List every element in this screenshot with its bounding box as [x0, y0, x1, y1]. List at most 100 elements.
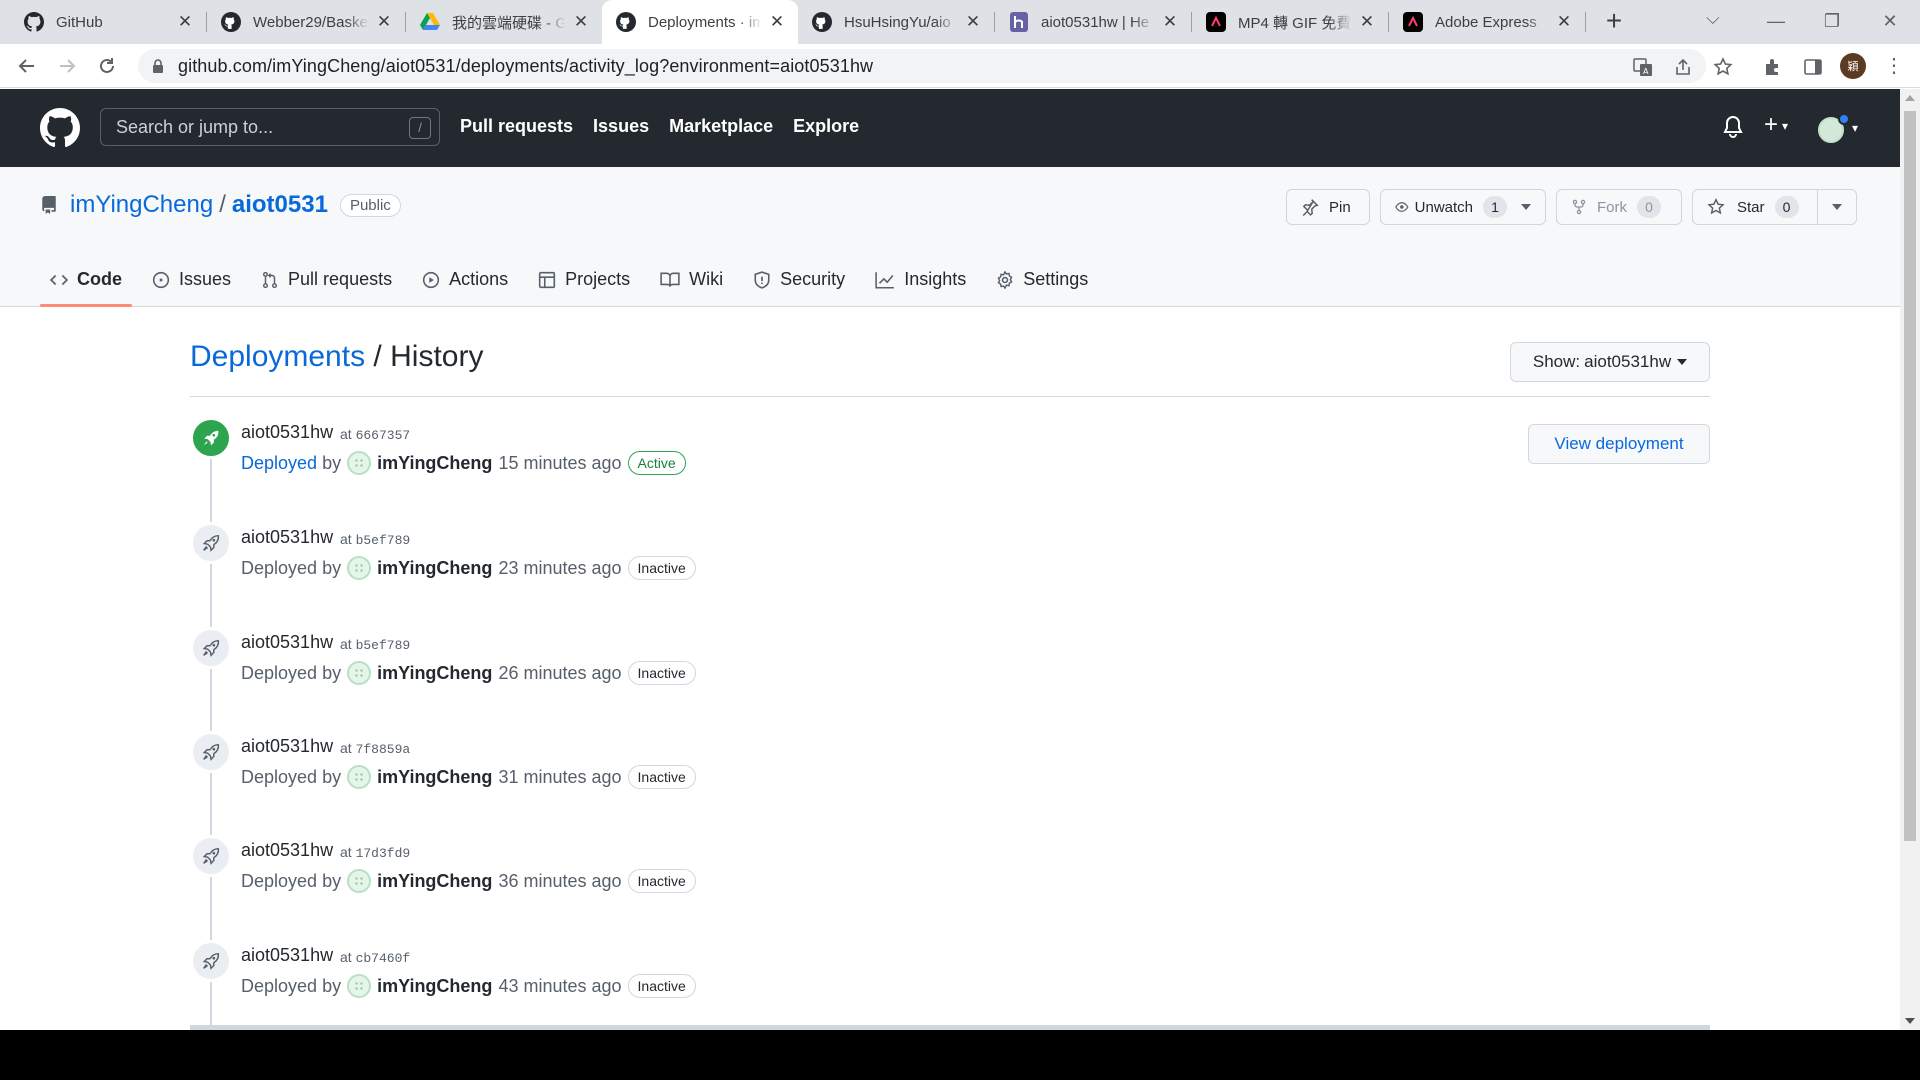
browser-tab[interactable]: Adobe Express ✕ [1389, 0, 1585, 44]
commit-sha-link[interactable]: 7f8859a [356, 742, 411, 757]
avatar[interactable] [347, 869, 372, 893]
new-tab-button[interactable]: + [1598, 6, 1630, 38]
view-deployment-button[interactable]: View deployment [1528, 424, 1710, 464]
commit-sha-link[interactable]: 17d3fd9 [356, 846, 411, 861]
watch-dropdown-caret-icon[interactable] [1521, 204, 1531, 210]
pin-button[interactable]: Pin [1286, 189, 1370, 225]
environment-name-link[interactable]: aiot0531hw [241, 840, 333, 861]
nav-issues[interactable]: Issues [593, 116, 649, 137]
address-bar[interactable]: github.com/imYingCheng/aiot0531/deployme… [138, 49, 1706, 83]
browser-tab-active[interactable]: Deployments · im ✕ [602, 0, 798, 44]
tab-actions[interactable]: Actions [412, 252, 518, 307]
tab-security[interactable]: Security [743, 252, 855, 307]
close-tab-icon[interactable]: ✕ [375, 12, 393, 32]
browser-tab[interactable]: HsuHsingYu/aio ✕ [798, 0, 994, 44]
commit-sha-link[interactable]: b5ef789 [356, 638, 411, 653]
tab-pull-requests[interactable]: Pull requests [251, 252, 402, 307]
github-logo-icon[interactable] [40, 108, 80, 153]
breadcrumb: Deployments / History [190, 340, 483, 374]
user-link[interactable]: imYingCheng [377, 871, 492, 892]
user-link[interactable]: imYingCheng [377, 663, 492, 684]
relative-time: 31 minutes ago [498, 766, 622, 787]
user-link[interactable]: imYingCheng [377, 767, 492, 788]
avatar[interactable] [347, 451, 372, 475]
close-tab-icon[interactable]: ✕ [1358, 12, 1376, 32]
scroll-down-arrow-icon[interactable] [1905, 1018, 1915, 1024]
commit-sha-link[interactable]: b5ef789 [356, 533, 411, 548]
side-panel-icon[interactable] [1800, 54, 1826, 80]
deployments-link[interactable]: Deployments [190, 340, 365, 373]
close-tab-icon[interactable]: ✕ [176, 12, 194, 32]
create-new-plus-icon[interactable]: + ▾ [1764, 111, 1788, 139]
extensions-icon[interactable] [1760, 54, 1786, 80]
repo-owner-link[interactable]: imYingCheng [70, 191, 213, 219]
scroll-up-arrow-icon[interactable] [1905, 95, 1915, 101]
close-tab-icon[interactable]: ✕ [572, 12, 590, 32]
watch-button[interactable]: Unwatch 1 [1380, 189, 1546, 225]
browser-tab[interactable]: aiot0531hw | He ✕ [995, 0, 1191, 44]
repo-name-link[interactable]: aiot0531 [232, 191, 328, 219]
user-menu-caret-icon[interactable]: ▾ [1852, 121, 1858, 135]
avatar[interactable] [347, 765, 372, 789]
close-tab-icon[interactable]: ✕ [768, 12, 786, 32]
status-badge: Inactive [627, 661, 696, 685]
close-tab-icon[interactable]: ✕ [1161, 12, 1179, 32]
deployed-link[interactable]: Deployed [241, 453, 317, 474]
back-button[interactable] [12, 51, 42, 81]
tab-code-label: Code [77, 269, 122, 289]
at-label: at [340, 844, 352, 860]
browser-tab[interactable]: GitHub ✕ [0, 0, 206, 44]
reload-button[interactable] [92, 51, 122, 81]
environment-name-link[interactable]: aiot0531hw [241, 736, 333, 757]
tab-issues[interactable]: Issues [142, 252, 241, 307]
lock-icon[interactable] [152, 58, 164, 74]
user-link[interactable]: imYingCheng [377, 976, 492, 997]
browser-tab[interactable]: Webber29/Baske ✕ [207, 0, 405, 44]
tab-insights[interactable]: Insights [865, 252, 976, 307]
tab-search-icon[interactable]: ⌵ [1706, 8, 1720, 29]
close-window-button[interactable]: ✕ [1870, 6, 1910, 36]
footer-divider [190, 1025, 1710, 1030]
tab-wiki[interactable]: Wiki [650, 252, 733, 307]
avatar[interactable] [347, 974, 372, 998]
fork-button[interactable]: Fork 0 [1556, 189, 1682, 225]
tab-code[interactable]: Code [40, 252, 132, 307]
close-tab-icon[interactable]: ✕ [964, 12, 982, 32]
nav-explore[interactable]: Explore [793, 116, 859, 137]
nav-marketplace[interactable]: Marketplace [669, 116, 773, 137]
environment-name-link[interactable]: aiot0531hw [241, 422, 333, 443]
scrollbar-thumb[interactable] [1904, 111, 1916, 841]
by-label: by [322, 766, 342, 787]
browser-tab[interactable]: 我的雲端硬碟 - G ✕ [406, 0, 602, 44]
bookmark-star-icon[interactable] [1710, 54, 1736, 80]
deployment-item: aiot0531hw at 17d3fd9 Deployed by imYing… [190, 835, 1090, 918]
close-tab-icon[interactable]: ✕ [1555, 12, 1573, 32]
commit-sha-link[interactable]: 6667357 [356, 428, 411, 443]
environment-name-link[interactable]: aiot0531hw [241, 527, 333, 548]
avatar[interactable] [347, 556, 372, 580]
vertical-scrollbar[interactable] [1900, 89, 1920, 1030]
minimize-button[interactable]: — [1756, 6, 1796, 36]
environment-name-link[interactable]: aiot0531hw [241, 945, 333, 966]
star-button[interactable]: Star 0 [1692, 189, 1818, 225]
browser-tab[interactable]: MP4 轉 GIF 免費 ✕ [1192, 0, 1388, 44]
avatar[interactable] [347, 661, 372, 685]
user-link[interactable]: imYingCheng [377, 453, 492, 474]
tab-projects[interactable]: Projects [528, 252, 640, 307]
environment-name-link[interactable]: aiot0531hw [241, 632, 333, 653]
commit-sha-link[interactable]: cb7460f [356, 951, 411, 966]
translate-icon[interactable]: A [1630, 54, 1656, 80]
search-input[interactable]: Search or jump to... / [100, 108, 440, 146]
nav-pull-requests[interactable]: Pull requests [460, 116, 573, 137]
url-text: github.com/imYingCheng/aiot0531/deployme… [178, 55, 874, 76]
user-link[interactable]: imYingCheng [377, 558, 492, 579]
tab-settings[interactable]: Settings [986, 252, 1098, 307]
environment-filter-dropdown[interactable]: Show: aiot0531hw [1510, 342, 1710, 382]
browser-menu-icon[interactable]: ⋮ [1884, 53, 1904, 79]
star-list-dropdown-button[interactable] [1817, 189, 1857, 225]
forward-button[interactable] [52, 51, 82, 81]
notifications-bell-icon[interactable] [1722, 115, 1744, 144]
share-icon[interactable] [1670, 54, 1696, 80]
profile-avatar[interactable]: 穎 [1840, 53, 1866, 79]
restore-button[interactable]: ❐ [1812, 6, 1852, 36]
